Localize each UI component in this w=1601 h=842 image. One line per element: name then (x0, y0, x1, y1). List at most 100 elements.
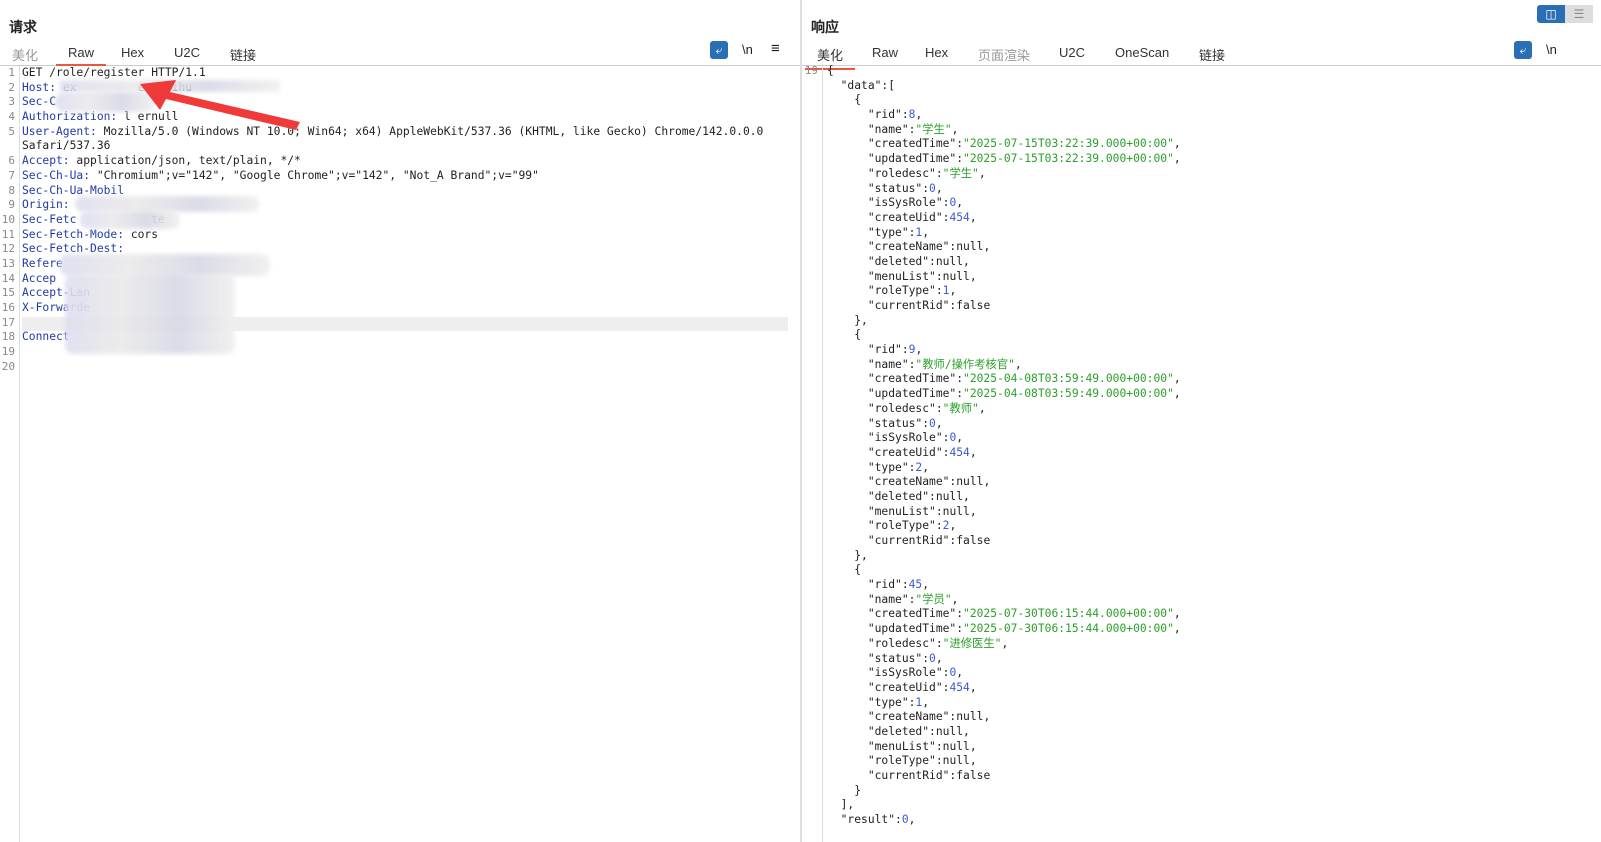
newline-toggle-button[interactable]: \n (1546, 42, 1557, 57)
json-key: "createdTime": (867, 372, 964, 386)
json-key: "status": (867, 651, 930, 665)
json-key: "createdTime": (867, 137, 964, 151)
json-key: "rid": (867, 578, 909, 592)
response-line: "createdTime":"2025-07-30T06:15:44.000+0… (867, 607, 1181, 621)
response-pane: 响应 ◫ ☰ 美化 Raw Hex 页面渲染 U2C OneScan 链接 ⤶ \n 19 … (802, 0, 1601, 842)
json-key: "isSysRole": (867, 196, 950, 210)
response-line: "updatedTime":"2025-07-15T03:22:39.000+0… (867, 152, 1181, 166)
response-title: 响应 (811, 19, 839, 35)
json-key: "name": (867, 122, 916, 136)
line-number: 10 (1, 212, 15, 226)
json-key: "roleType": (867, 284, 943, 298)
json-value: 8 (908, 108, 916, 122)
json-value: "2025-04-08T03:59:49.000+00:00" (963, 387, 1174, 401)
json-key: "createdTime": (867, 607, 964, 621)
json-value: 1 (915, 695, 923, 709)
line-number: 17 (1, 315, 15, 329)
response-line: "status":0, (867, 181, 943, 195)
json-key: "currentRid": (867, 299, 957, 312)
json-key: "updatedTime": (867, 622, 964, 636)
json-key: "status": (867, 416, 930, 430)
tab-1[interactable]: Raw (872, 45, 898, 64)
json-key: "deleted": (867, 724, 936, 738)
json-key: "createUid": (867, 680, 950, 694)
json-value: "学员" (915, 592, 952, 606)
response-line: "name":"教师/操作考核官", (867, 357, 1022, 371)
json-key: "isSysRole": (867, 666, 950, 680)
response-line: "rid":9, (867, 343, 923, 357)
layout-toggle: ◫ ☰ (1537, 5, 1593, 23)
stacked-view-button[interactable]: ☰ (1565, 5, 1593, 23)
response-line: }, (854, 548, 868, 562)
response-line: "createName":null, (867, 240, 991, 254)
line-number: 19 (1, 345, 15, 359)
redacted-region (65, 274, 235, 354)
json-key: "roledesc": (867, 636, 943, 650)
json-key: "name": (867, 357, 916, 371)
json-key: "data": (840, 78, 889, 92)
tab-4[interactable]: U2C (1059, 45, 1085, 64)
json-value: "进修医生" (942, 636, 1002, 650)
request-line: Sec-Fetch-Mode: cors (22, 228, 800, 243)
json-key: "currentRid": (867, 769, 957, 782)
response-line: "type":1, (867, 225, 930, 239)
line-number: 9 (8, 198, 15, 212)
response-line: "roledesc":"教师", (867, 401, 986, 415)
tab-5[interactable]: OneScan (1115, 45, 1169, 64)
response-line: "menuList":null, (867, 504, 977, 518)
line-number: 19 (804, 64, 818, 77)
response-line: "isSysRole":0, (867, 431, 964, 445)
split-view-button[interactable]: ◫ (1537, 5, 1565, 23)
header-name: Origin: (22, 198, 70, 212)
response-line: "type":2, (867, 460, 930, 474)
response-line: "roledesc":"进修医生", (867, 636, 1009, 650)
json-key: "menuList": (867, 504, 943, 518)
json-value: "学生" (915, 122, 952, 136)
response-line: } (854, 783, 862, 797)
response-line: "deleted":null, (867, 724, 970, 738)
red-arrow-annotation (140, 80, 300, 130)
header-name: Accep (22, 271, 57, 285)
response-line: "name":"学生", (867, 122, 959, 136)
redacted-region (80, 211, 180, 229)
wrap-toggle-icon[interactable]: ⤶ (1514, 41, 1532, 59)
json-key: "roledesc": (867, 166, 943, 180)
json-key: "menuList": (867, 739, 943, 753)
json-key: "roleType": (867, 754, 943, 768)
response-line: "isSysRole":0, (867, 196, 964, 210)
json-value: 454 (949, 210, 970, 224)
json-value: 2 (915, 460, 923, 474)
response-line: { (854, 563, 862, 577)
json-value: 1 (942, 284, 950, 298)
line-number: 13 (1, 256, 15, 270)
json-value: "2025-04-08T03:59:49.000+00:00" (963, 372, 1174, 386)
json-key: "deleted": (867, 489, 936, 503)
json-value: "2025-07-15T03:22:39.000+00:00" (963, 137, 1174, 151)
tab-2[interactable]: Hex (925, 45, 948, 64)
header-name: Sec-Fetc (22, 212, 77, 226)
header-name: Refere (22, 256, 63, 270)
json-key: "roleType": (867, 519, 943, 533)
response-line: "currentRid":false (867, 534, 991, 547)
json-key: "createName": (867, 710, 957, 724)
response-line: "currentRid":false (867, 299, 991, 312)
response-line: ], (840, 798, 855, 812)
response-line: "deleted":null, (867, 489, 970, 503)
response-line: "roleType":null, (867, 754, 977, 768)
json-value: 454 (949, 680, 970, 694)
json-value: "教师/操作考核官" (915, 357, 1015, 371)
json-value: 0 (949, 666, 957, 680)
response-line: "type":1, (867, 695, 930, 709)
json-value: 1 (915, 225, 923, 239)
response-line: "status":0, (867, 416, 943, 430)
json-key: "rid": (867, 343, 909, 357)
line-number: 20 (1, 359, 15, 373)
response-line: "isSysRole":0, (867, 666, 964, 680)
response-editor[interactable]: 19 { "data":[ { "rid":8, "name":"学生", "c… (802, 64, 1601, 842)
json-value: 2 (942, 519, 950, 533)
json-key: "deleted": (867, 254, 936, 268)
json-key: "roledesc": (867, 401, 943, 415)
json-value: "2025-07-30T06:15:44.000+00:00" (963, 622, 1174, 636)
json-value: 45 (908, 578, 923, 592)
json-key: "isSysRole": (867, 431, 950, 445)
